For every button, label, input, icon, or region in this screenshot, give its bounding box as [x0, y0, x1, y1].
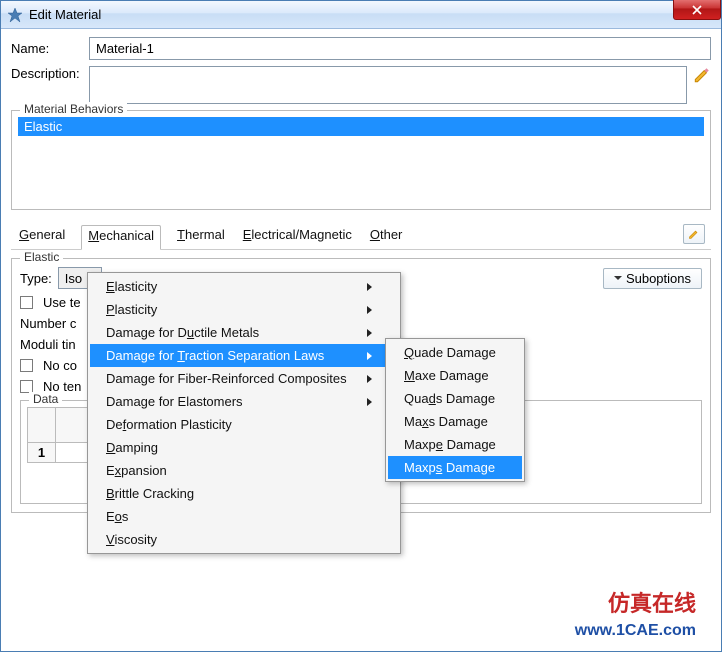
- traction-submenu[interactable]: Quade DamageMaxe DamageQuads DamageMaxs …: [385, 338, 525, 482]
- use-temp-checkbox[interactable]: [20, 296, 33, 309]
- use-temp-label: Use te: [43, 295, 81, 310]
- menu-item[interactable]: Viscosity: [90, 528, 398, 551]
- app-icon: [7, 7, 23, 23]
- menu-item[interactable]: Deformation Plasticity: [90, 413, 398, 436]
- submenu-item[interactable]: Maxs Damage: [388, 410, 522, 433]
- chevron-down-icon: [614, 274, 622, 282]
- table-header-blank: [28, 408, 56, 443]
- behaviors-list[interactable]: Elastic: [18, 117, 704, 203]
- footer-chinese: 仿真在线: [608, 586, 696, 618]
- menu-item[interactable]: Damping: [90, 436, 398, 459]
- no-cor-checkbox[interactable]: [20, 359, 33, 372]
- submenu-item[interactable]: Maxpe Damage: [388, 433, 522, 456]
- menu-item[interactable]: Damage for Traction Separation Laws: [90, 344, 398, 367]
- type-label: Type:: [20, 271, 52, 286]
- tab-electrical[interactable]: Electrical/Magnetic: [241, 224, 354, 249]
- row-number: 1: [28, 443, 56, 463]
- edit-button[interactable]: [683, 224, 705, 244]
- menu-item[interactable]: Plasticity: [90, 298, 398, 321]
- tab-other[interactable]: Other: [368, 224, 405, 249]
- close-button[interactable]: [673, 0, 721, 20]
- suboptions-button[interactable]: Suboptions: [603, 268, 702, 289]
- menu-item[interactable]: Expansion: [90, 459, 398, 482]
- window-title: Edit Material: [29, 7, 101, 22]
- tab-thermal[interactable]: Thermal: [175, 224, 227, 249]
- category-menubar: General Mechanical Thermal Electrical/Ma…: [11, 220, 711, 250]
- mechanical-menu[interactable]: ElasticityPlasticityDamage for Ductile M…: [87, 272, 401, 554]
- moduli-label: Moduli tin: [20, 337, 76, 352]
- data-group-label: Data: [29, 392, 62, 406]
- submenu-item[interactable]: Maxps Damage: [388, 456, 522, 479]
- menu-item[interactable]: Damage for Ductile Metals: [90, 321, 398, 344]
- menu-item[interactable]: Damage for Fiber-Reinforced Composites: [90, 367, 398, 390]
- description-label: Description:: [11, 66, 89, 81]
- footer-url: www.1CAE.com: [575, 622, 696, 640]
- menu-item[interactable]: Brittle Cracking: [90, 482, 398, 505]
- number-c-label: Number c: [20, 316, 76, 331]
- menu-item[interactable]: Damage for Elastomers: [90, 390, 398, 413]
- submenu-item[interactable]: Maxe Damage: [388, 364, 522, 387]
- material-behaviors-group: Material Behaviors Elastic: [11, 110, 711, 210]
- menu-item[interactable]: Elasticity: [90, 275, 398, 298]
- tab-mechanical[interactable]: Mechanical: [81, 225, 161, 250]
- behavior-item-elastic[interactable]: Elastic: [18, 117, 704, 136]
- behaviors-group-label: Material Behaviors: [20, 102, 127, 116]
- name-label: Name:: [11, 41, 89, 56]
- elastic-group-label: Elastic: [20, 250, 63, 264]
- pencil-icon[interactable]: [693, 66, 711, 84]
- submenu-item[interactable]: Quade Damage: [388, 341, 522, 364]
- submenu-item[interactable]: Quads Damage: [388, 387, 522, 410]
- name-input[interactable]: [89, 37, 711, 60]
- no-cor-label: No co: [43, 358, 77, 373]
- tab-general[interactable]: General: [17, 224, 67, 249]
- menu-item[interactable]: Eos: [90, 505, 398, 528]
- titlebar: Edit Material: [1, 1, 721, 29]
- description-input[interactable]: [89, 66, 687, 104]
